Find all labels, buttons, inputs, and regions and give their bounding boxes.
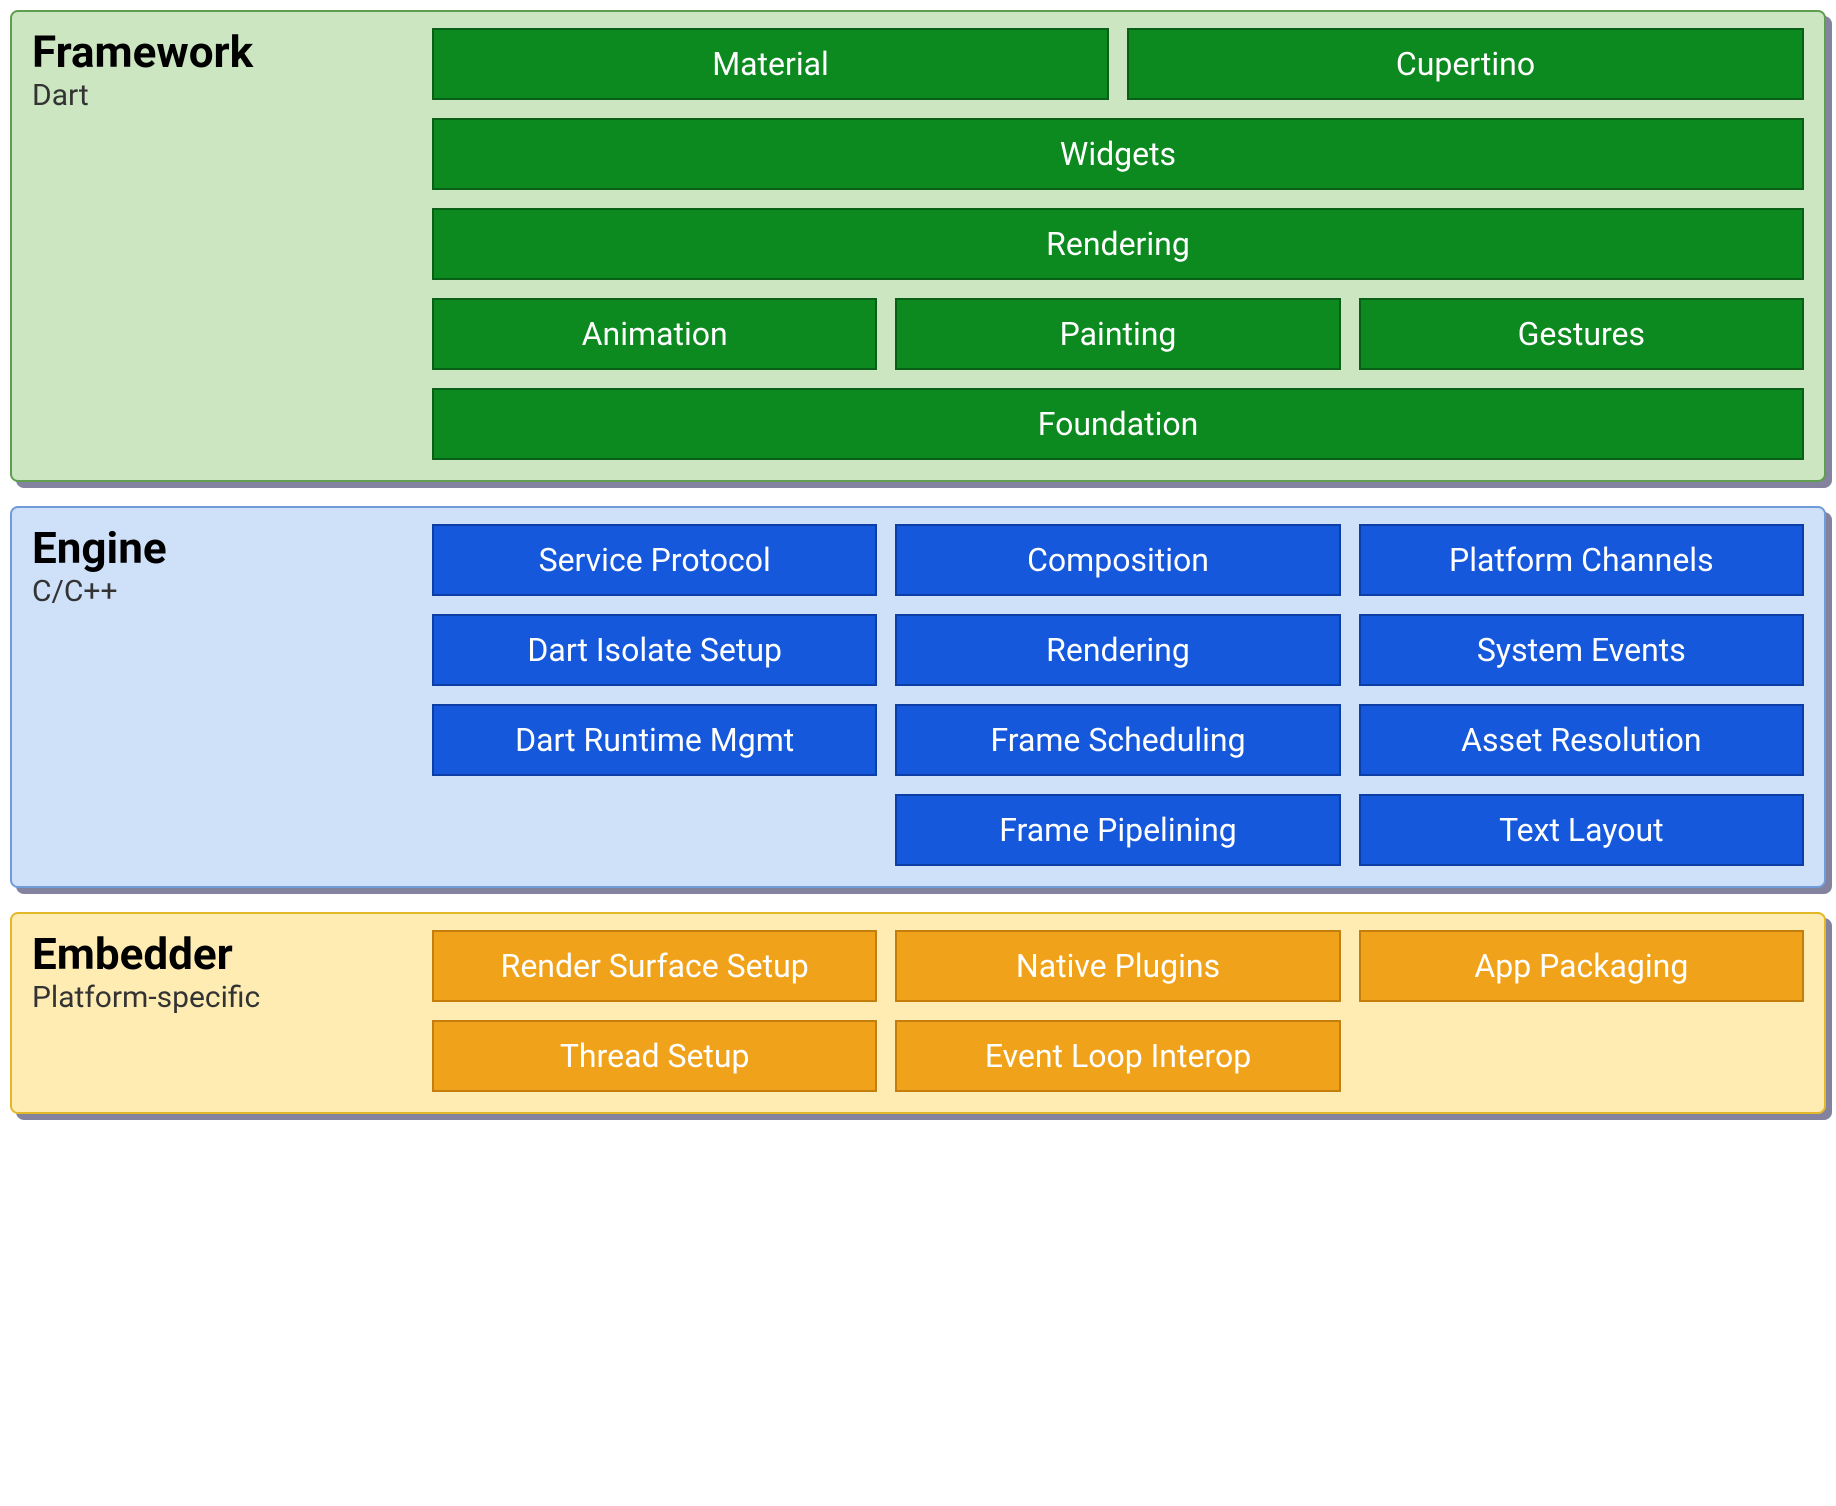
block-dart-runtime-mgmt: Dart Runtime Mgmt (432, 704, 877, 776)
block-event-loop-interop: Event Loop Interop (895, 1020, 1340, 1092)
block-asset-resolution: Asset Resolution (1359, 704, 1804, 776)
block-painting: Painting (895, 298, 1340, 370)
embedder-subtitle: Platform-specific (32, 980, 412, 1015)
block-frame-pipelining: Frame Pipelining (895, 794, 1340, 866)
block-gestures: Gestures (1359, 298, 1804, 370)
framework-content: Material Cupertino Widgets Rendering Ani… (432, 28, 1804, 460)
block-thread-setup: Thread Setup (432, 1020, 877, 1092)
block-cupertino: Cupertino (1127, 28, 1804, 100)
block-native-plugins: Native Plugins (895, 930, 1340, 1002)
block-composition: Composition (895, 524, 1340, 596)
engine-subtitle: C/C++ (32, 574, 412, 609)
embedder-layer: Embedder Platform-specific Render Surfac… (10, 912, 1826, 1114)
embedder-title: Embedder (32, 930, 412, 978)
block-dart-isolate-setup: Dart Isolate Setup (432, 614, 877, 686)
block-animation: Animation (432, 298, 877, 370)
framework-title: Framework (32, 28, 412, 76)
block-system-events: System Events (1359, 614, 1804, 686)
block-frame-scheduling: Frame Scheduling (895, 704, 1340, 776)
block-app-packaging: App Packaging (1359, 930, 1804, 1002)
framework-subtitle: Dart (32, 78, 412, 113)
block-service-protocol: Service Protocol (432, 524, 877, 596)
embedder-content: Render Surface Setup Native Plugins App … (432, 930, 1804, 1092)
framework-layer: Framework Dart Material Cupertino Widget… (10, 10, 1826, 482)
block-material: Material (432, 28, 1109, 100)
embedder-header: Embedder Platform-specific (32, 930, 412, 1092)
framework-header: Framework Dart (32, 28, 412, 460)
engine-header: Engine C/C++ (32, 524, 412, 866)
block-widgets: Widgets (432, 118, 1804, 190)
block-platform-channels: Platform Channels (1359, 524, 1804, 596)
engine-content: Service Protocol Composition Platform Ch… (432, 524, 1804, 866)
block-text-layout: Text Layout (1359, 794, 1804, 866)
block-render-surface-setup: Render Surface Setup (432, 930, 877, 1002)
engine-layer: Engine C/C++ Service Protocol Compositio… (10, 506, 1826, 888)
block-rendering-eng: Rendering (895, 614, 1340, 686)
block-rendering-fw: Rendering (432, 208, 1804, 280)
engine-title: Engine (32, 524, 412, 572)
block-foundation: Foundation (432, 388, 1804, 460)
